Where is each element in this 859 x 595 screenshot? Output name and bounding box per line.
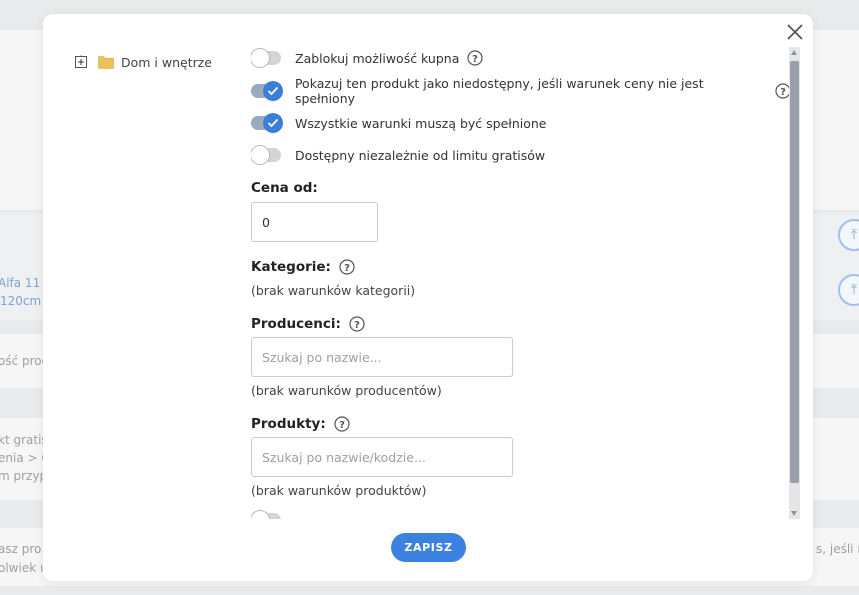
- products-search-input[interactable]: Szukaj po nazwie/kodzie...: [251, 437, 513, 477]
- product-conditions-modal: Dom i wnętrze Zablokuj możliwość kupna ?…: [43, 14, 813, 581]
- background-text: m przyp: [0, 469, 48, 483]
- background-text: asz pro: [0, 542, 42, 556]
- modal-scrollbar[interactable]: [789, 47, 800, 519]
- help-icon[interactable]: ?: [339, 259, 355, 275]
- expand-plus-icon[interactable]: [74, 55, 88, 69]
- svg-text:?: ?: [339, 420, 345, 431]
- price-from-input[interactable]: 0: [251, 202, 378, 242]
- folder-icon: [98, 55, 114, 69]
- help-icon[interactable]: ?: [467, 50, 483, 66]
- toggle-show-unavailable[interactable]: Pokazuj ten produkt jako niedostępny, je…: [251, 76, 791, 106]
- background-text: Alfa 11 -: [0, 276, 49, 290]
- ignore-gift-limit-switch[interactable]: [251, 145, 281, 165]
- help-icon[interactable]: ?: [349, 316, 365, 332]
- producers-empty-note: (brak warunków producentów): [251, 383, 442, 398]
- save-button[interactable]: ZAPISZ: [391, 533, 466, 562]
- toggle-block-purchase[interactable]: Zablokuj możliwość kupna ?: [251, 48, 483, 68]
- category-tree-item[interactable]: Dom i wnętrze: [74, 51, 212, 73]
- background-text: olwiek u: [0, 561, 48, 575]
- producers-search-input[interactable]: Szukaj po nazwie...: [251, 337, 513, 377]
- partially-hidden-switch[interactable]: [251, 510, 281, 519]
- products-label: Produkty: ?: [251, 416, 350, 432]
- block-purchase-switch[interactable]: [251, 48, 281, 68]
- svg-text:?: ?: [780, 87, 786, 98]
- checkmark-icon: [267, 86, 279, 96]
- background-text: 120cm: [0, 294, 42, 308]
- background-text: kt gratis: [0, 433, 48, 447]
- toggle-label: Zablokuj możliwość kupna: [295, 50, 460, 66]
- categories-label: Kategorie: ?: [251, 259, 355, 275]
- tree-item-label: Dom i wnętrze: [121, 54, 212, 70]
- scroll-down-icon[interactable]: [791, 511, 797, 516]
- svg-text:?: ?: [344, 263, 350, 274]
- products-empty-note: (brak warunków produktów): [251, 483, 427, 498]
- toggle-label: Wszystkie warunki muszą być spełnione: [295, 115, 547, 131]
- show-unavailable-switch[interactable]: [251, 81, 283, 101]
- svg-text:?: ?: [472, 54, 478, 65]
- toggle-label: Pokazuj ten produkt jako niedostępny, je…: [294, 76, 704, 106]
- toggle-partially-hidden[interactable]: [251, 510, 295, 519]
- producers-label: Producenci: ?: [251, 316, 365, 332]
- scroll-up-icon[interactable]: [791, 50, 797, 55]
- price-from-label: Cena od:: [251, 180, 318, 196]
- toggle-label: Dostępny niezależnie od limitu gratisów: [295, 147, 546, 163]
- svg-text:?: ?: [354, 320, 360, 331]
- all-conditions-switch[interactable]: [251, 113, 283, 133]
- toggle-all-conditions[interactable]: Wszystkie warunki muszą być spełnione: [251, 113, 547, 133]
- background-text: ość prod: [0, 354, 50, 368]
- checkmark-icon: [267, 118, 279, 128]
- toggle-ignore-gift-limit[interactable]: Dostępny niezależnie od limitu gratisów: [251, 145, 545, 165]
- help-icon[interactable]: ?: [334, 416, 350, 432]
- conditions-form: Zablokuj możliwość kupna ? Pokazuj ten p…: [251, 14, 791, 519]
- categories-empty-note: (brak warunków kategorii): [251, 283, 416, 298]
- background-text: s, jeśli n: [816, 542, 859, 556]
- scroll-thumb[interactable]: [790, 61, 799, 483]
